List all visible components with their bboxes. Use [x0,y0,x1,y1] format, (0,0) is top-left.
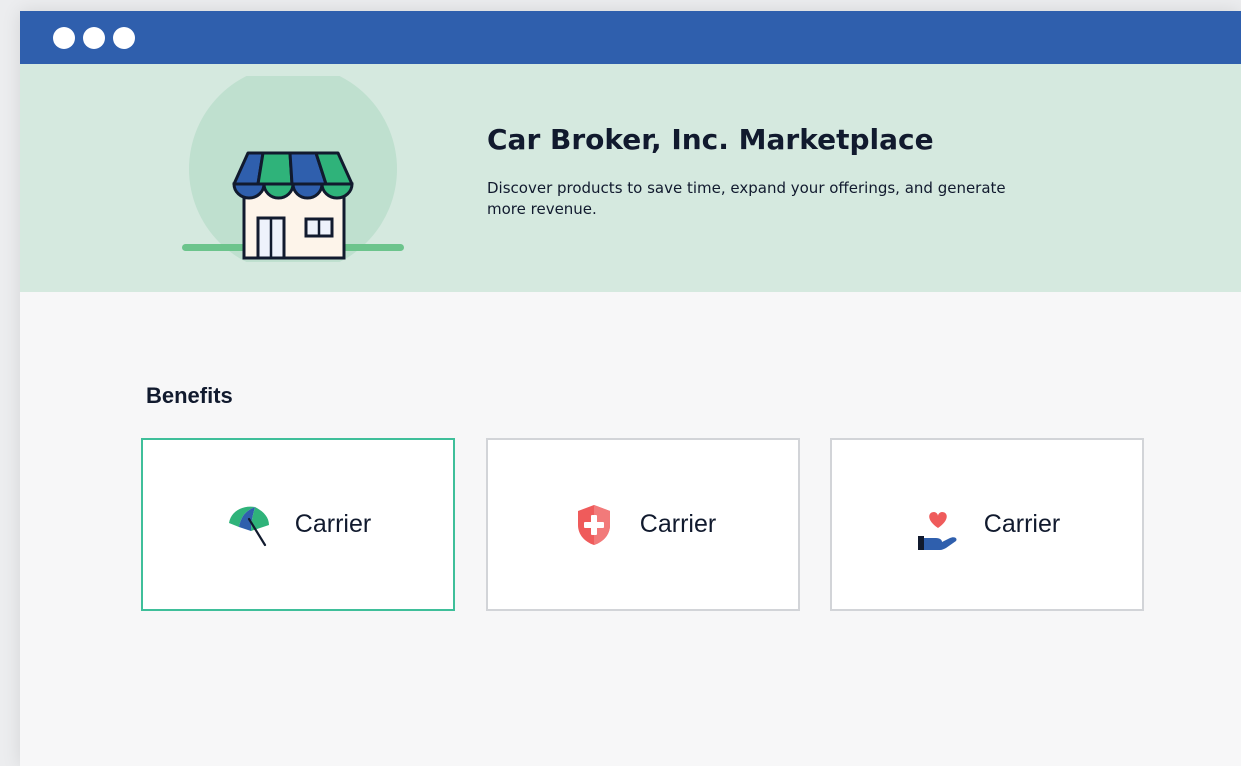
benefit-card-carrier-hand-heart[interactable]: Carrier [830,438,1144,611]
benefit-card-carrier-shield[interactable]: Carrier [486,438,800,611]
marketplace-hero-banner: Car Broker, Inc. Marketplace Discover pr… [20,64,1241,292]
browser-window: Car Broker, Inc. Marketplace Discover pr… [20,11,1241,766]
hand-heart-icon [917,511,957,550]
window-control-dot[interactable] [113,27,135,49]
page-title: Car Broker, Inc. Marketplace [487,123,934,156]
benefit-card-label: Carrier [294,510,372,538]
benefit-card-carrier-umbrella[interactable]: Carrier [141,438,455,611]
umbrella-icon [228,506,269,546]
benefit-card-label: Carrier [639,510,717,538]
benefit-card-label: Carrier [983,510,1061,538]
window-control-dot[interactable] [53,27,75,49]
window-control-dot[interactable] [83,27,105,49]
benefits-section-title: Benefits [146,383,233,408]
storefront-icon [182,76,404,262]
page-subtitle: Discover products to save time, expand y… [487,179,1006,218]
shield-plus-icon [577,504,610,545]
window-titlebar [20,11,1241,64]
